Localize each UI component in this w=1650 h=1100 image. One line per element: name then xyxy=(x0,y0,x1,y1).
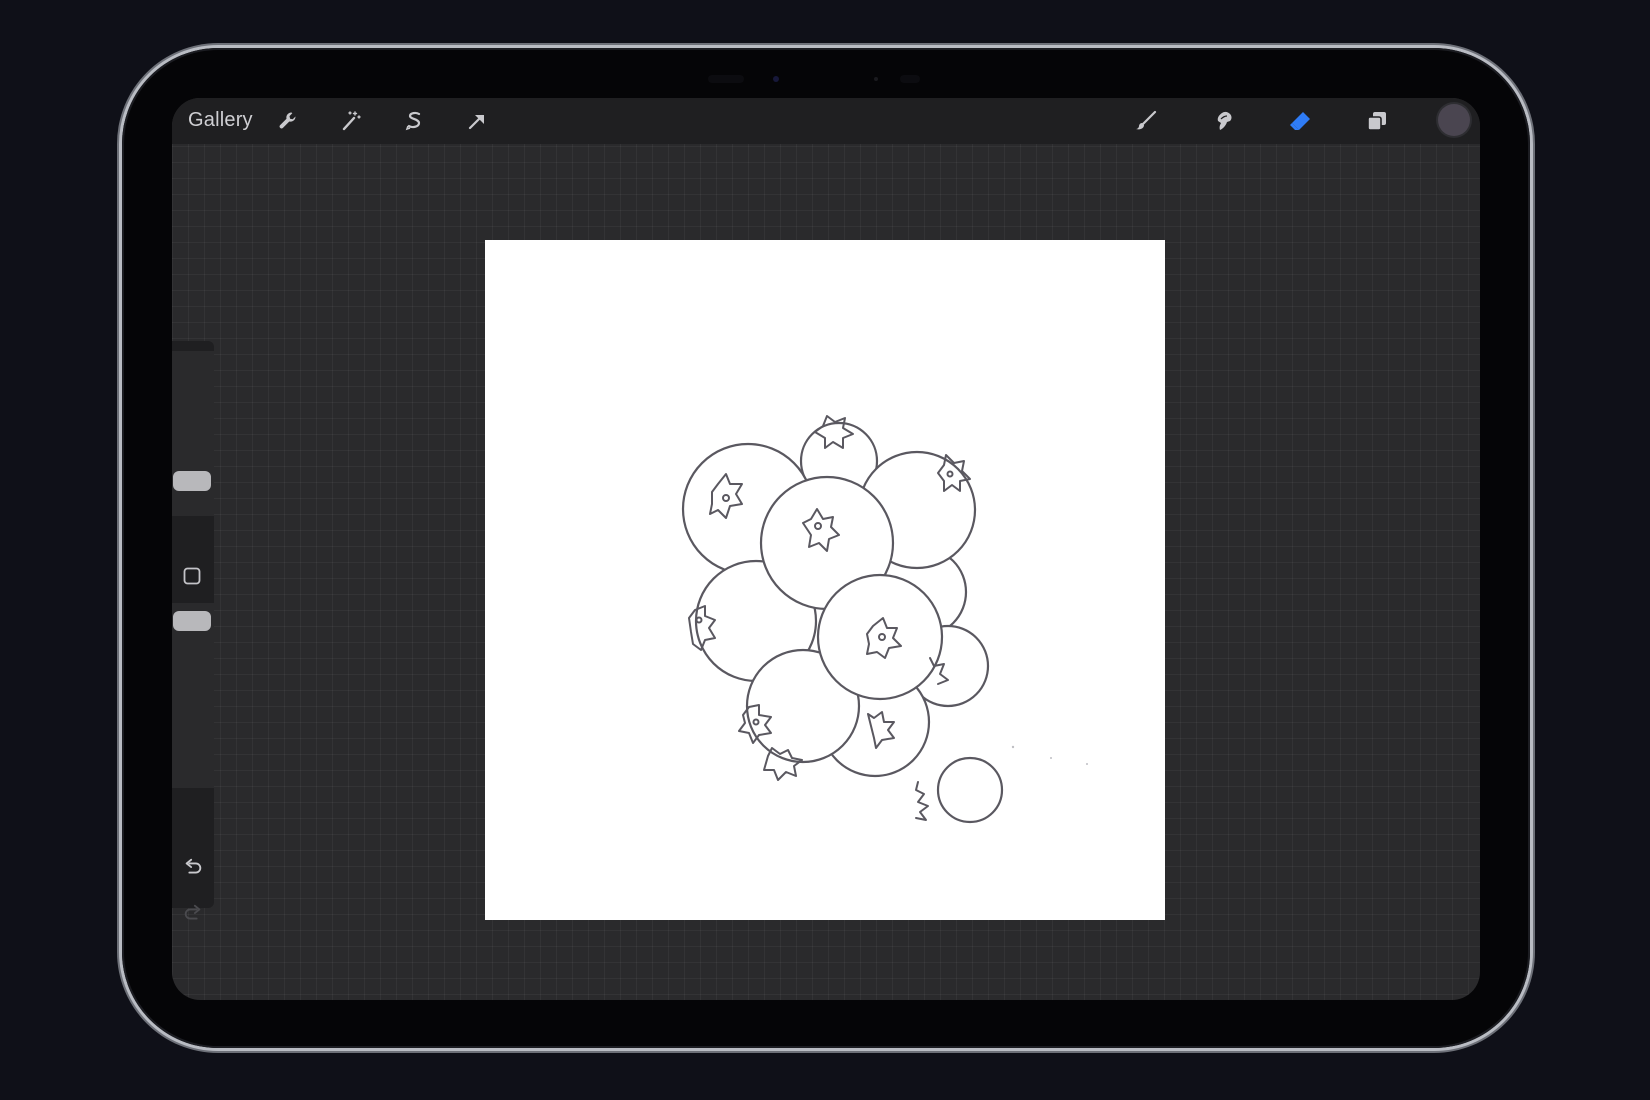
brush-tool-button[interactable] xyxy=(1130,105,1162,137)
undo-icon xyxy=(185,858,202,874)
adjustments-button[interactable] xyxy=(335,105,367,137)
selection-button[interactable] xyxy=(398,105,430,137)
gallery-button[interactable]: Gallery xyxy=(188,109,253,132)
blueberry-sketch xyxy=(681,415,1088,824)
color-picker-button[interactable] xyxy=(1438,104,1470,136)
layers-icon xyxy=(1367,112,1386,131)
square-icon xyxy=(183,567,201,585)
arrow-cursor-icon xyxy=(468,114,484,130)
redo-icon xyxy=(184,904,201,920)
eraser-icon xyxy=(1290,112,1310,130)
selection-s-icon xyxy=(405,111,421,131)
smudge-tool-button[interactable] xyxy=(1207,105,1239,137)
brush-icon xyxy=(1136,110,1157,130)
top-toolbar: Gallery xyxy=(172,98,1480,144)
drawing-canvas[interactable] xyxy=(485,240,1165,920)
brush-size-slider[interactable] xyxy=(172,351,214,516)
actions-button[interactable] xyxy=(272,105,304,137)
brush-size-slider-thumb[interactable] xyxy=(173,471,211,491)
left-sidebar xyxy=(172,341,214,920)
modify-button[interactable] xyxy=(182,566,202,586)
undo-button[interactable] xyxy=(181,856,205,880)
eraser-tool-button[interactable] xyxy=(1284,105,1316,137)
wrench-icon xyxy=(279,112,296,129)
transform-button[interactable] xyxy=(461,105,493,137)
magic-wand-icon xyxy=(342,111,361,131)
redo-button[interactable] xyxy=(181,902,205,926)
smudge-icon xyxy=(1217,111,1232,130)
layers-button[interactable] xyxy=(1361,105,1393,137)
app-screen: Gallery xyxy=(172,98,1480,1000)
opacity-slider-thumb[interactable] xyxy=(173,611,211,631)
